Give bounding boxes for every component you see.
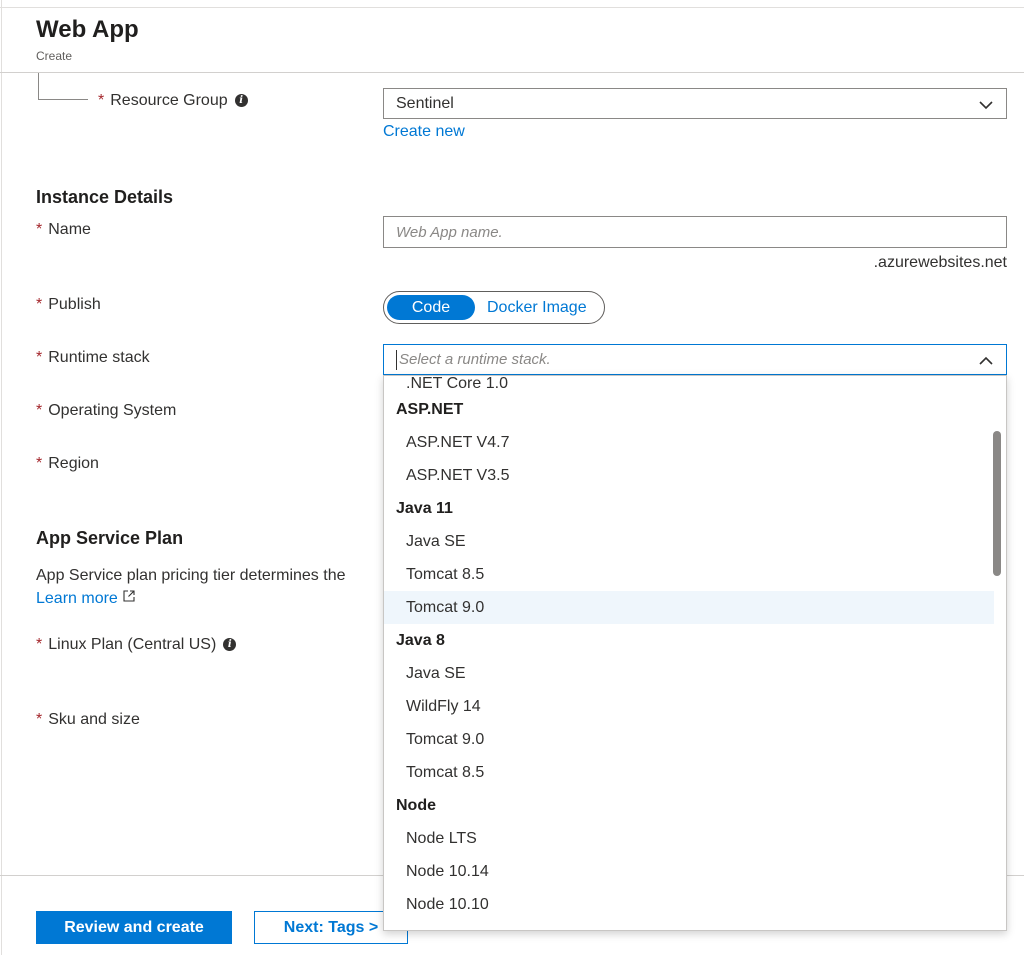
dropdown-option[interactable]: Node 10.14 xyxy=(384,855,994,888)
dropdown-option-partial[interactable]: .NET Core 1.0 xyxy=(384,376,994,393)
info-icon[interactable]: i xyxy=(223,638,237,652)
dropdown-option[interactable]: ASP.NET V4.7 xyxy=(384,426,994,459)
dropdown-scrollbar[interactable] xyxy=(993,431,1001,576)
publish-toggle[interactable]: Code Docker Image xyxy=(383,291,605,324)
info-icon[interactable]: i xyxy=(234,94,248,108)
option-group-java-8: Java 8 xyxy=(396,631,445,649)
learn-more-link-wrap: Learn more xyxy=(36,590,135,608)
publish-option-code[interactable]: Code xyxy=(387,295,475,320)
required-asterisk: * xyxy=(36,402,43,419)
option-group-node: Node xyxy=(396,796,436,814)
chevron-down-icon xyxy=(979,101,993,110)
linux-plan-label: * Linux Plan (Central US) i xyxy=(36,636,237,654)
learn-more-link[interactable]: Learn more xyxy=(36,590,118,607)
required-asterisk: * xyxy=(36,711,43,728)
web-app-name-input[interactable]: Web App name. xyxy=(383,216,1007,248)
instance-details-heading: Instance Details xyxy=(36,187,174,207)
runtime-stack-dropdown[interactable]: .NET Core 1.0 ASP.NET ASP.NET V4.7 ASP.N… xyxy=(383,375,1007,931)
domain-suffix: .azurewebsites.net xyxy=(873,254,1007,271)
publish-option-docker-image[interactable]: Docker Image xyxy=(475,295,587,320)
dropdown-option[interactable]: Node LTS xyxy=(384,822,994,855)
runtime-stack-options: .NET Core 1.0 ASP.NET ASP.NET V4.7 ASP.N… xyxy=(384,376,994,931)
required-asterisk: * xyxy=(36,636,43,653)
required-asterisk: * xyxy=(36,455,43,472)
web-app-create-blade: Web App Create * Resource Group i Sentinel… xyxy=(0,0,1024,955)
option-group-aspnet: ASP.NET xyxy=(396,400,464,418)
text-caret xyxy=(396,349,397,370)
dropdown-option[interactable]: Java SE xyxy=(384,525,994,558)
required-asterisk: * xyxy=(36,221,43,238)
resource-group-value: Sentinel xyxy=(396,94,454,112)
resource-group-label: * Resource Group i xyxy=(98,92,248,110)
dropdown-option[interactable]: Tomcat 8.5 xyxy=(384,756,994,789)
runtime-stack-placeholder: Select a runtime stack. xyxy=(399,351,551,368)
create-new-link[interactable]: Create new xyxy=(383,123,465,141)
required-asterisk: * xyxy=(98,92,105,109)
operating-system-label: * Operating System xyxy=(36,402,177,419)
plan-description: App Service plan pricing tier determines… xyxy=(36,567,346,584)
review-and-create-button[interactable]: Review and create xyxy=(36,911,232,944)
dropdown-option[interactable]: Node 10.6 xyxy=(384,921,994,931)
name-placeholder: Web App name. xyxy=(396,223,503,241)
dropdown-option[interactable]: Java SE xyxy=(384,657,994,690)
top-strip xyxy=(0,0,1024,8)
dropdown-option[interactable]: ASP.NET V3.5 xyxy=(384,459,994,492)
header-divider xyxy=(0,72,1024,73)
tree-connector-vertical xyxy=(38,73,39,100)
dropdown-option[interactable]: Tomcat 9.0 xyxy=(384,723,994,756)
app-service-plan-heading: App Service Plan xyxy=(36,528,184,548)
dropdown-option[interactable]: Tomcat 8.5 xyxy=(384,558,994,591)
resource-group-select[interactable]: Sentinel xyxy=(383,88,1007,119)
page-title: Web App xyxy=(36,16,139,43)
external-link-icon xyxy=(123,590,135,602)
option-group-java-11: Java 11 xyxy=(396,499,453,517)
dropdown-option[interactable]: Node 10.10 xyxy=(384,888,994,921)
required-asterisk: * xyxy=(36,349,43,366)
publish-label: * Publish xyxy=(36,296,101,313)
region-label: * Region xyxy=(36,455,99,472)
name-label: * Name xyxy=(36,221,91,238)
left-border xyxy=(1,0,2,955)
page-subtitle: Create xyxy=(36,49,73,63)
dropdown-option-hovered[interactable]: Tomcat 9.0 xyxy=(384,591,994,624)
chevron-up-icon xyxy=(979,356,993,365)
dropdown-option[interactable]: WildFly 14 xyxy=(384,690,994,723)
required-asterisk: * xyxy=(36,296,43,313)
runtime-stack-label: * Runtime stack xyxy=(36,349,150,366)
sku-size-label: * Sku and size xyxy=(36,711,140,728)
tree-connector-horizontal xyxy=(38,99,88,100)
runtime-stack-select[interactable]: Select a runtime stack. xyxy=(383,344,1007,375)
